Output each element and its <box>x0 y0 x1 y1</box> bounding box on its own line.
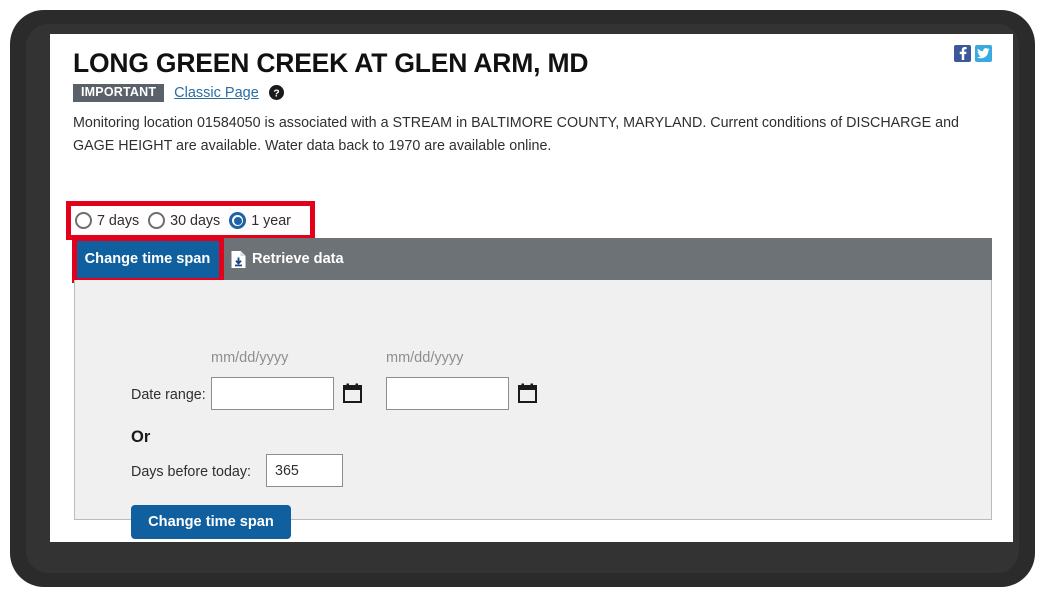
calendar-icon[interactable] <box>343 383 362 403</box>
radio-dot-30-days[interactable] <box>148 212 166 229</box>
facebook-icon[interactable] <box>954 45 971 62</box>
end-date-input[interactable] <box>386 377 509 410</box>
radio-dot-7-days[interactable] <box>75 212 92 229</box>
start-date-format-hint: mm/dd/yyyy <box>211 350 289 366</box>
radio-label-7-days: 7 days <box>97 212 140 229</box>
radio-label-1-year: 1 year <box>251 212 291 229</box>
page-meta-row: IMPORTANT Classic Page ? <box>73 84 284 102</box>
change-time-span-panel: mm/dd/yyyy mm/dd/yyyy Date range: Or Day… <box>74 280 992 539</box>
classic-page-link[interactable]: Classic Page <box>174 85 259 101</box>
time-span-radio-group[interactable]: 7 days 30 days 1 year <box>75 208 291 233</box>
page-content: LONG GREEN CREEK AT GLEN ARM, MD IMPORTA… <box>50 34 1013 542</box>
calendar-icon[interactable] <box>518 383 537 403</box>
help-circle-icon[interactable]: ? <box>268 85 284 101</box>
change-time-span-button[interactable]: Change time span <box>131 505 291 539</box>
page-title: LONG GREEN CREEK AT GLEN ARM, MD <box>73 48 589 78</box>
radio-label-30-days: 30 days <box>170 212 221 229</box>
file-download-icon <box>231 250 246 268</box>
social-share-icons <box>954 45 992 62</box>
radio-option-30-days[interactable]: 30 days <box>148 212 220 229</box>
tab-bar: Change time span Retrieve data <box>74 238 992 280</box>
twitter-icon[interactable] <box>975 45 992 62</box>
radio-dot-1-year[interactable] <box>229 212 247 229</box>
location-description: Monitoring location 01584050 is associat… <box>73 115 959 155</box>
start-date-input[interactable] <box>211 377 334 410</box>
tab-retrieve-data[interactable]: Retrieve data <box>231 238 344 280</box>
radio-option-7-days[interactable]: 7 days <box>75 212 139 229</box>
svg-text:?: ? <box>273 89 279 100</box>
radio-option-1-year[interactable]: 1 year <box>229 212 291 229</box>
tab-change-time-span[interactable]: Change time span <box>74 238 221 280</box>
date-range-label: Date range: <box>131 387 206 403</box>
days-before-today-input[interactable] <box>266 454 343 487</box>
end-date-format-hint: mm/dd/yyyy <box>386 350 464 366</box>
device-frame: LONG GREEN CREEK AT GLEN ARM, MD IMPORTA… <box>10 10 1035 587</box>
tab-retrieve-data-label: Retrieve data <box>252 251 344 267</box>
days-before-today-label: Days before today: <box>131 464 252 480</box>
status-badge: IMPORTANT <box>73 84 165 102</box>
or-separator-label: Or <box>131 428 151 446</box>
